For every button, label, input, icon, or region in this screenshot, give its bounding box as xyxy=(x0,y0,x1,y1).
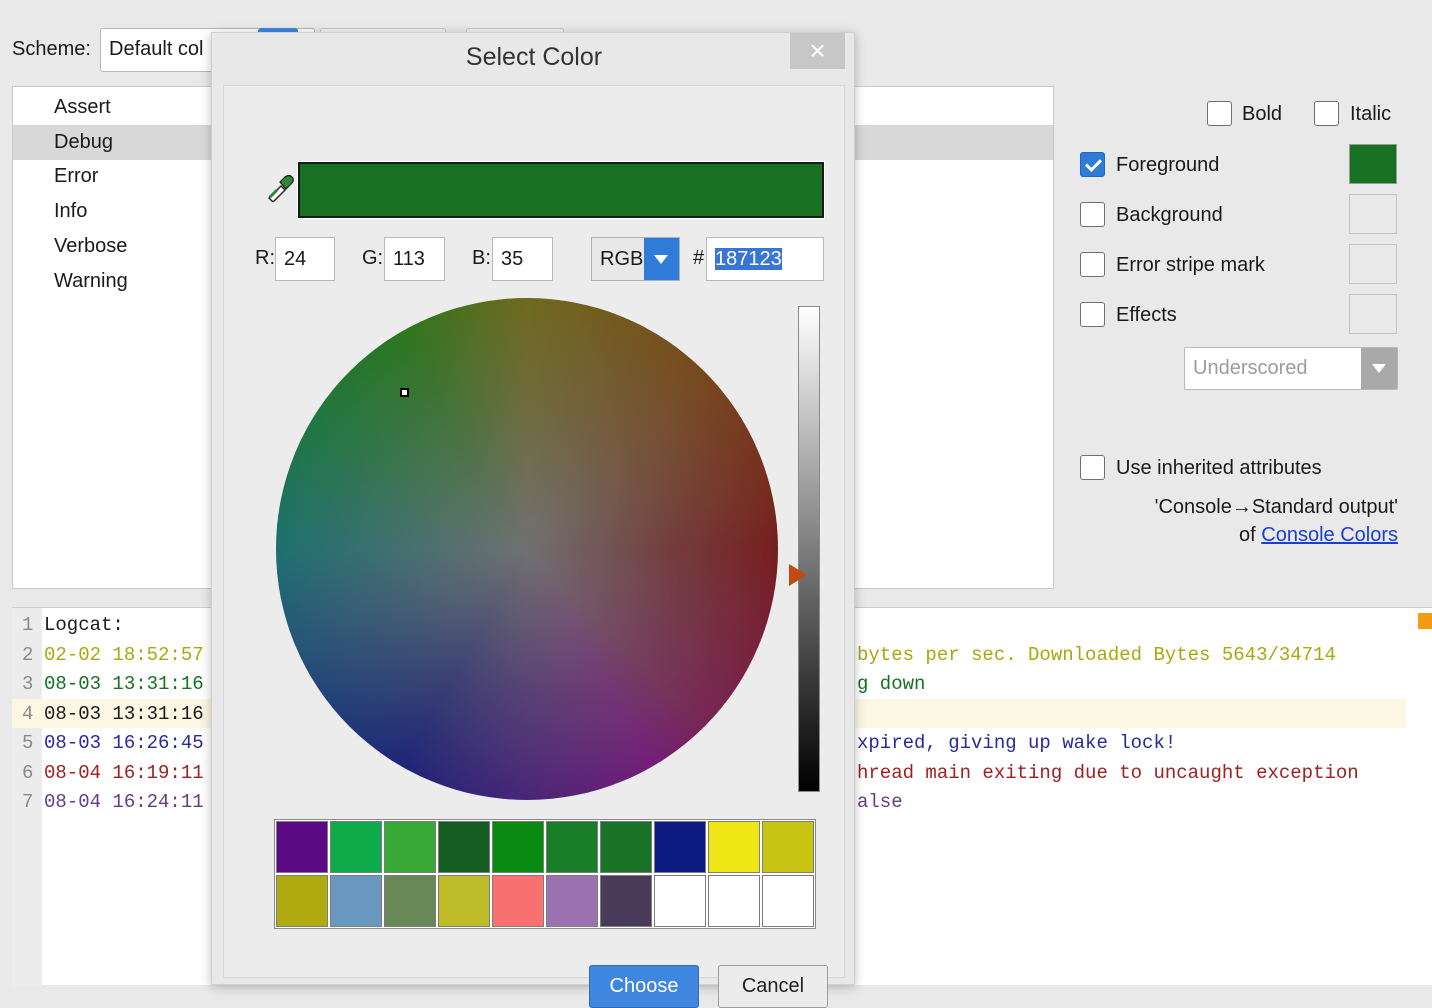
recent-color-swatch[interactable] xyxy=(654,875,706,927)
use-inherited-label: Use inherited attributes xyxy=(1116,457,1322,479)
line-number: 5 xyxy=(22,732,34,754)
chevron-down-icon[interactable] xyxy=(1361,348,1397,389)
recent-color-swatch[interactable] xyxy=(654,821,706,873)
recent-color-swatch[interactable] xyxy=(762,821,814,873)
cancel-button[interactable]: Cancel xyxy=(718,965,828,1008)
background-label: Background xyxy=(1116,204,1223,226)
green-input[interactable]: 113 xyxy=(384,237,445,281)
green-label: G: xyxy=(362,247,384,269)
recent-color-swatch[interactable] xyxy=(546,875,598,927)
recent-color-swatch[interactable] xyxy=(492,821,544,873)
error-stripe-color-swatch[interactable] xyxy=(1349,244,1397,284)
recent-color-swatch[interactable] xyxy=(276,821,328,873)
scheme-label: Scheme: xyxy=(12,38,91,60)
hex-value: 187123 xyxy=(715,248,782,270)
recent-color-swatch[interactable] xyxy=(330,821,382,873)
recent-color-swatch[interactable] xyxy=(276,875,328,927)
hex-input[interactable]: 187123 xyxy=(706,237,824,281)
inherited-of-text: of xyxy=(1239,524,1256,546)
background-color-swatch[interactable] xyxy=(1349,194,1397,234)
choose-button[interactable]: Choose xyxy=(589,965,699,1008)
recent-color-swatch[interactable] xyxy=(438,875,490,927)
line-number: 7 xyxy=(22,791,34,813)
log-message: bytes per sec. Downloaded Bytes 5643/347… xyxy=(857,643,1336,666)
chevron-down-icon[interactable] xyxy=(644,238,679,280)
line-number: 6 xyxy=(22,761,34,784)
effects-label: Effects xyxy=(1116,304,1177,326)
log-message: hread main exiting due to uncaught excep… xyxy=(857,761,1359,784)
effects-type-value: Underscored xyxy=(1193,357,1308,379)
color-mode-dropdown[interactable]: RGB xyxy=(591,237,680,281)
select-color-dialog: Select Color × R: 24 G: 113 B: 35 RGB # … xyxy=(211,32,855,1008)
log-message: alse xyxy=(857,791,903,813)
recent-color-swatch[interactable] xyxy=(600,821,652,873)
log-timestamp: 08-04 16:19:11 xyxy=(44,761,204,784)
red-label: R: xyxy=(255,247,275,269)
recent-color-swatch[interactable] xyxy=(546,821,598,873)
console-colors-link[interactable]: Console Colors xyxy=(1261,524,1398,546)
line-number: 1 xyxy=(22,614,34,636)
recent-color-swatch[interactable] xyxy=(708,821,760,873)
brightness-slider-thumb[interactable] xyxy=(789,564,807,586)
italic-label: Italic xyxy=(1350,103,1392,125)
bold-label: Bold xyxy=(1242,103,1283,125)
log-message: g down xyxy=(857,673,926,695)
italic-checkbox[interactable] xyxy=(1314,101,1339,126)
blue-label: B: xyxy=(472,247,491,269)
color-wheel-marker[interactable] xyxy=(400,388,409,397)
recent-color-swatch[interactable] xyxy=(708,875,760,927)
bold-checkbox[interactable] xyxy=(1207,101,1232,126)
log-timestamp: 08-03 13:31:16 xyxy=(44,673,204,695)
log-timestamp: Logcat: xyxy=(44,614,124,636)
line-number: 2 xyxy=(22,643,34,666)
recent-color-swatch[interactable] xyxy=(600,875,652,927)
error-stripe-checkbox[interactable] xyxy=(1080,252,1105,277)
color-picker-panel: R: 24 G: 113 B: 35 RGB # 187123 Choose C… xyxy=(223,85,845,1008)
close-icon[interactable]: × xyxy=(790,33,845,69)
inherited-source-line: of Console Colors xyxy=(1239,524,1398,547)
log-timestamp: 08-03 16:26:45 xyxy=(44,732,204,754)
inherited-source-text: 'Console→Standard output' xyxy=(1154,496,1398,518)
log-message: xpired, giving up wake lock! xyxy=(857,732,1177,754)
recent-colors-grid xyxy=(274,819,816,929)
log-timestamp: 08-04 16:24:11 xyxy=(44,791,204,813)
color-preview-bar xyxy=(297,161,825,219)
eyedropper-icon[interactable] xyxy=(265,172,295,202)
dialog-title: Select Color xyxy=(465,43,603,71)
effects-type-dropdown[interactable]: Underscored xyxy=(1184,347,1398,390)
use-inherited-checkbox[interactable] xyxy=(1080,455,1105,480)
hex-hash-label: # xyxy=(693,247,705,269)
blue-input[interactable]: 35 xyxy=(492,237,553,281)
effects-color-swatch[interactable] xyxy=(1349,294,1397,334)
recent-color-swatch[interactable] xyxy=(762,875,814,927)
color-mode-value: RGB xyxy=(600,248,644,270)
recent-color-swatch[interactable] xyxy=(384,821,436,873)
recent-color-swatch[interactable] xyxy=(492,875,544,927)
brightness-slider[interactable] xyxy=(798,306,820,792)
line-number: 3 xyxy=(22,673,34,695)
foreground-label: Foreground xyxy=(1116,154,1220,176)
error-stripe-marker[interactable] xyxy=(1418,613,1432,629)
log-timestamp: 02-02 18:52:57 xyxy=(44,643,204,666)
error-stripe-label: Error stripe mark xyxy=(1116,254,1265,276)
color-wheel-saturation xyxy=(276,298,778,800)
foreground-checkbox[interactable] xyxy=(1080,152,1105,177)
foreground-color-swatch[interactable] xyxy=(1349,144,1397,184)
effects-checkbox[interactable] xyxy=(1080,302,1105,327)
red-input[interactable]: 24 xyxy=(275,237,335,281)
line-number: 4 xyxy=(22,702,34,725)
recent-color-swatch[interactable] xyxy=(330,875,382,927)
recent-color-swatch[interactable] xyxy=(384,875,436,927)
color-wheel[interactable] xyxy=(276,298,778,800)
log-timestamp: 08-03 13:31:16 xyxy=(44,702,204,725)
recent-color-swatch[interactable] xyxy=(438,821,490,873)
background-checkbox[interactable] xyxy=(1080,202,1105,227)
